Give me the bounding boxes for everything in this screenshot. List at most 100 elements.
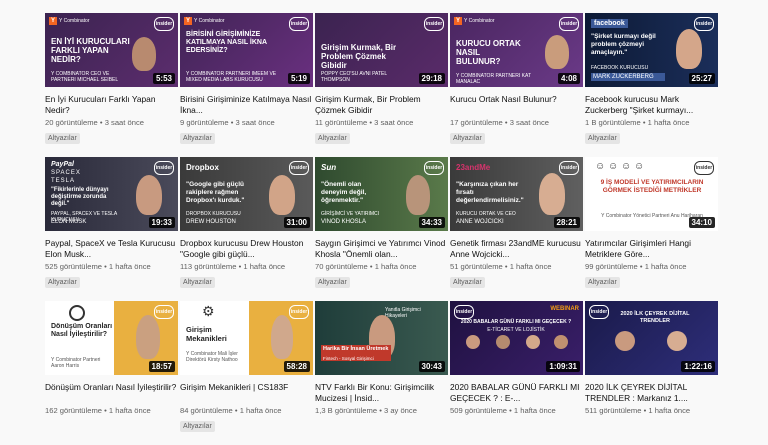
speaker-image <box>615 331 635 351</box>
target-icon <box>69 305 85 321</box>
video-title[interactable]: Kurucu Ortak Nasıl Bulunur? <box>450 94 583 116</box>
speaker-image <box>132 37 156 71</box>
video-card[interactable]: Yanıtla Girişimci Hikayeleri Harika Bir … <box>315 301 448 445</box>
thumb-headline: Girişim Mekanikleri <box>186 325 227 343</box>
yc-logo-icon: Y <box>454 17 462 25</box>
thumb-caption: Y Combinator Mali İşler Direktörü Kirsty… <box>186 351 238 363</box>
video-title[interactable]: Girişim Mekanikleri | CS183F <box>180 382 313 404</box>
video-title[interactable]: En İyi Kurucuları Farklı Yapan Nedir? <box>45 94 178 116</box>
video-card[interactable]: Dropbox insider "Google gibi güçlü rakip… <box>180 157 313 301</box>
video-title[interactable]: 2020 BABALAR GÜNÜ FARKLI MI GEÇECEK ? : … <box>450 382 583 404</box>
duration-label: 1:09:31 <box>546 361 580 372</box>
thumb-caption: Y COMBINATOR PARTNERI KAT MANALAC <box>456 73 531 85</box>
dropbox-logo-icon: Dropbox <box>186 163 219 172</box>
video-meta: 11 görüntüleme • 3 saat önce <box>315 118 414 127</box>
video-meta: 525 görüntüleme • 1 hafta önce <box>45 262 151 271</box>
video-thumbnail[interactable]: facebook insider "Şirket kurmayı değil p… <box>585 13 718 87</box>
captions-badge: Altyazılar <box>585 133 620 144</box>
video-thumbnail[interactable]: YY Combinator insider BİRİSİNİ GİRİŞİMİN… <box>180 13 313 87</box>
captions-badge: Altyazılar <box>585 277 620 288</box>
thumb-caption: ELON MUSK <box>51 219 87 225</box>
captions-badge: Altyazılar <box>45 133 80 144</box>
insider-logo-icon: insider <box>289 17 309 31</box>
video-meta: 20 görüntüleme • 3 saat önce <box>45 118 144 127</box>
duration-label: 1:22:16 <box>681 361 715 372</box>
spacex-logo-icon: SPACEX <box>51 170 81 176</box>
video-card[interactable]: insider Dönüşüm Oranları Nasıl İyileştir… <box>45 301 178 445</box>
video-card[interactable]: 23andMe insider "Karşınıza çıkan her fır… <box>450 157 583 301</box>
video-title[interactable]: Girişim Kurmak, Bir Problem Çözmek Gibid… <box>315 94 448 116</box>
video-thumbnail[interactable]: ⚙ insider Girişim Mekanikleri Y Combinat… <box>180 301 313 375</box>
video-card[interactable]: insider Girişim Kurmak, Bir Problem Çözm… <box>315 13 448 157</box>
duration-label: 31:00 <box>283 217 310 228</box>
video-card[interactable]: YY Combinator insider BİRİSİNİ GİRİŞİMİN… <box>180 13 313 157</box>
video-thumbnail[interactable]: insider 2020 İLK ÇEYREK DİJİTAL TRENDLER… <box>585 301 718 375</box>
video-title[interactable]: Facebook kurucusu Mark Zuckerberg "Şirke… <box>585 94 718 116</box>
video-thumbnail[interactable]: YY Combinator insider EN İYİ KURUCULARI … <box>45 13 178 87</box>
video-thumbnail[interactable]: Dropbox insider "Google gibi güçlü rakip… <box>180 157 313 231</box>
video-title[interactable]: Saygın Girişimci ve Yatırımcı Vinod Khos… <box>315 238 448 260</box>
video-meta: 509 görüntüleme • 1 hafta önce <box>450 406 556 415</box>
facebook-logo-icon: facebook <box>591 19 628 28</box>
video-card[interactable]: ⚙ insider Girişim Mekanikleri Y Combinat… <box>180 301 313 445</box>
video-title[interactable]: Dönüşüm Oranları Nasıl İyileştirilir? <box>45 382 178 404</box>
thumb-caption: ANNE WOJCICKI <box>456 219 504 225</box>
thumb-caption: E-TİCARET VE LOJİSTİK <box>487 327 545 333</box>
video-thumbnail[interactable]: insider Girişim Kurmak, Bir Problem Çözm… <box>315 13 448 87</box>
speaker-image <box>526 335 540 349</box>
captions-badge: Altyazılar <box>180 133 215 144</box>
video-thumbnail[interactable]: insider ☺ ☺ ☺ ☺ 9 İŞ MODELİ VE YATIRIMCI… <box>585 157 718 231</box>
speaker-image <box>271 315 293 359</box>
video-thumbnail[interactable]: insider WEBINAR 2020 BABALAR GÜNÜ FARKLI… <box>450 301 583 375</box>
sun-logo-icon: Sun <box>321 163 337 172</box>
yc-badge: YY Combinator <box>454 17 495 25</box>
video-meta: 1 B görüntüleme • 1 hafta önce <box>585 118 690 127</box>
thumb-headline: "Önemli olan deneyim değil, öğrenmektir.… <box>321 181 367 204</box>
video-card[interactable]: YY Combinator insider EN İYİ KURUCULARI … <box>45 13 178 157</box>
video-meta: 511 görüntüleme • 1 hafta önce <box>585 406 691 415</box>
video-meta: 9 görüntüleme • 3 saat önce <box>180 118 275 127</box>
video-card[interactable]: insider ☺ ☺ ☺ ☺ 9 İŞ MODELİ VE YATIRIMCI… <box>585 157 718 301</box>
speaker-image <box>667 331 687 351</box>
video-title[interactable]: Birisini Girişiminize Katılmaya Nasıl İk… <box>180 94 313 116</box>
video-thumbnail[interactable]: PayPal SPACEX TESLA insider "Fikirlerinl… <box>45 157 178 231</box>
video-meta: 99 görüntüleme • 1 hafta önce <box>585 262 687 271</box>
thumb-headline: "Google gibi güçlü rakiplere rağmen Drop… <box>186 181 245 204</box>
thumb-headline: 2020 BABALAR GÜNÜ FARKLI MI GEÇECEK ? <box>460 319 572 325</box>
duration-label: 19:33 <box>148 217 175 228</box>
video-title[interactable]: NTV Farklı Bir Konu: Girişimcilik Mucize… <box>315 382 448 404</box>
insider-logo-icon: insider <box>694 17 714 31</box>
yc-badge: YY Combinator <box>49 17 90 25</box>
video-thumbnail[interactable]: insider Dönüşüm Oranları Nasıl İyileştir… <box>45 301 178 375</box>
video-card[interactable]: PayPal SPACEX TESLA insider "Fikirlerinl… <box>45 157 178 301</box>
duration-label: 5:53 <box>152 73 175 84</box>
insider-logo-icon: insider <box>289 161 309 175</box>
duration-label: 29:18 <box>418 73 445 84</box>
duration-label: 58:28 <box>283 361 310 372</box>
video-title[interactable]: Yatırımcılar Girişimleri Hangi Metrikler… <box>585 238 718 260</box>
video-card[interactable]: YY Combinator insider KURUCU ORTAK NASIL… <box>450 13 583 157</box>
video-thumbnail[interactable]: Yanıtla Girişimci Hikayeleri Harika Bir … <box>315 301 448 375</box>
speaker-image <box>554 335 568 349</box>
video-card[interactable]: insider 2020 İLK ÇEYREK DİJİTAL TRENDLER… <box>585 301 718 445</box>
video-card[interactable]: insider WEBINAR 2020 BABALAR GÜNÜ FARKLI… <box>450 301 583 445</box>
thumb-headline: EN İYİ KURUCULARI FARKLI YAPAN NEDİR? <box>51 37 130 64</box>
video-card[interactable]: Sun insider "Önemli olan deneyim değil, … <box>315 157 448 301</box>
speaker-image <box>676 29 702 69</box>
video-title[interactable]: Dropbox kurucusu Drew Houston "Google gi… <box>180 238 313 260</box>
duration-label: 25:27 <box>688 73 715 84</box>
video-title[interactable]: 2020 İLK ÇEYREK DİJİTAL TRENDLER : Marka… <box>585 382 718 404</box>
video-thumbnail[interactable]: YY Combinator insider KURUCU ORTAK NASIL… <box>450 13 583 87</box>
video-thumbnail[interactable]: Sun insider "Önemli olan deneyim değil, … <box>315 157 448 231</box>
thumb-headline: "Fikirlerinle dünyayı değiştirme zorunda… <box>51 187 109 207</box>
speaker-image <box>545 35 569 69</box>
video-meta: 113 görüntüleme • 1 hafta önce <box>180 262 286 271</box>
video-card[interactable]: facebook insider "Şirket kurmayı değil p… <box>585 13 718 157</box>
video-title[interactable]: Paypal, SpaceX ve Tesla Kurucusu Elon Mu… <box>45 238 178 260</box>
video-title[interactable]: Genetik firması 23andME kurucusu Anne Wo… <box>450 238 583 260</box>
thumb-role: GİRİŞİMCİ VE YATIRIMCI <box>321 211 380 217</box>
captions-badge: Altyazılar <box>180 277 215 288</box>
video-thumbnail[interactable]: 23andMe insider "Karşınıza çıkan her fır… <box>450 157 583 231</box>
captions-badge: Altyazılar <box>315 277 350 288</box>
captions-badge: Altyazılar <box>450 133 485 144</box>
